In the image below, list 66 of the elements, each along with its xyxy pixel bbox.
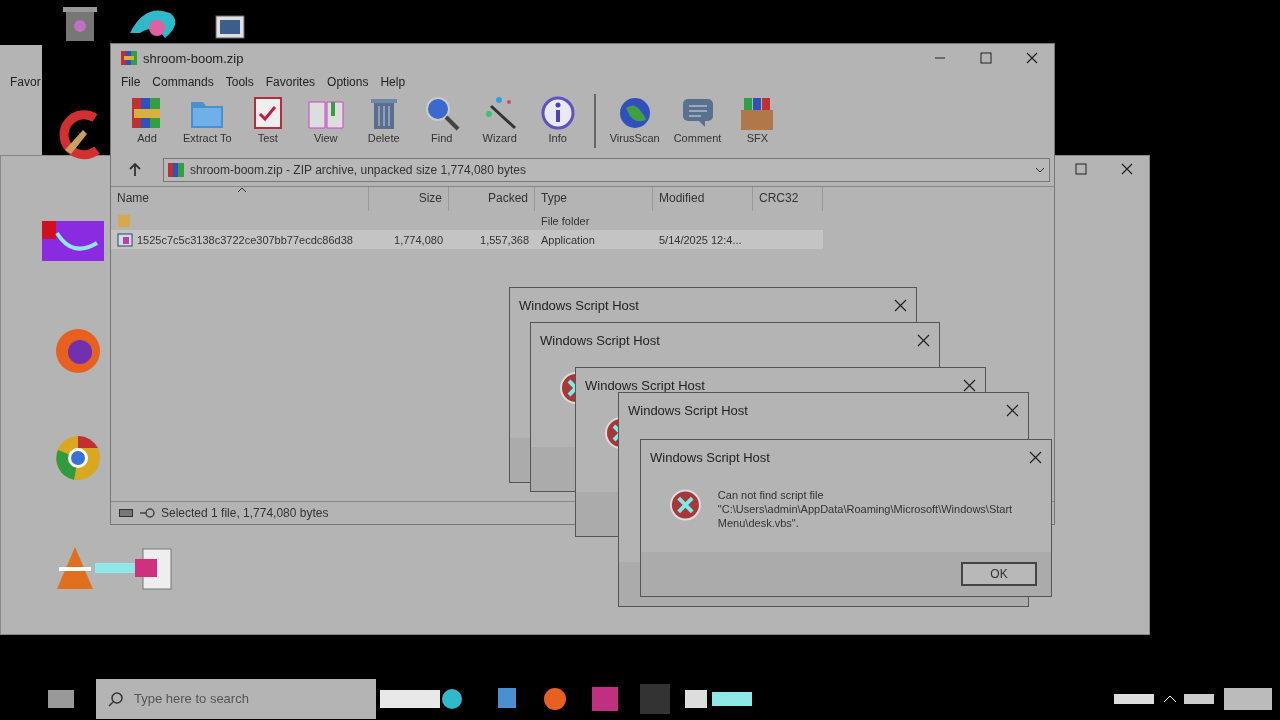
toolbar-button[interactable]: Extract To <box>183 94 232 144</box>
application-icon <box>117 232 133 247</box>
key-icon <box>139 508 155 518</box>
menu-item[interactable]: Help <box>380 75 406 89</box>
toolbar-button[interactable]: Test <box>245 94 290 144</box>
search-field[interactable]: Type here to search <box>96 678 376 719</box>
close-icon[interactable] <box>917 333 930 347</box>
table-cell: File folder <box>541 214 590 227</box>
column-header[interactable]: Packed <box>449 187 535 211</box>
toolbar-button[interactable]: Comment <box>673 94 722 144</box>
close-icon[interactable] <box>1121 163 1133 175</box>
image-icon[interactable] <box>215 15 245 39</box>
dialog-title: Windows Script Host <box>585 377 705 393</box>
table-cell: Application <box>541 233 595 246</box>
status-text: Selected 1 file, 1,774,080 bytes <box>161 506 329 520</box>
window-title: shroom-boom.zip <box>143 50 245 66</box>
folder-icon <box>117 213 131 228</box>
column-header[interactable]: Modified <box>653 187 753 211</box>
column-header[interactable]: Name <box>111 187 369 211</box>
close-icon[interactable] <box>1026 52 1038 64</box>
search-icon <box>108 690 124 707</box>
menu-item[interactable]: Favor <box>10 75 41 89</box>
close-icon[interactable] <box>963 378 976 392</box>
toolbar-button[interactable]: Add <box>125 94 169 144</box>
toolbar-button[interactable]: SFX <box>735 94 780 144</box>
menu-item[interactable]: File <box>121 75 141 89</box>
dialog-title: Windows Script Host <box>519 297 639 313</box>
column-header[interactable]: CRC32 <box>753 187 823 211</box>
dialog-title: Windows Script Host <box>650 449 770 465</box>
ok-button[interactable]: OK <box>961 562 1037 586</box>
file-row[interactable]: File folder <box>111 211 823 230</box>
column-header[interactable]: Size <box>369 187 449 211</box>
dialog-title: Windows Script Host <box>628 402 748 418</box>
menu-item[interactable]: Options <box>327 75 369 89</box>
sort-icon <box>237 187 247 193</box>
file-row[interactable]: 1525c7c5c3138c3722ce307bb77ecdc86d38 1,774,080 1,557,368 Application 5/14/2025 12:4... <box>111 230 823 249</box>
error-message: Can not find script file "C:\Users\admin\AppData\Roaming\Microsoft\Windows\Start Menu\desk.vbs". <box>717 488 1014 530</box>
toolbar-button[interactable]: Wizard <box>477 94 522 144</box>
up-arrow-icon[interactable] <box>129 163 141 177</box>
table-cell: 5/14/2025 12:4... <box>659 233 742 246</box>
dialog-title: Windows Script Host <box>540 332 660 348</box>
toolbar-button[interactable]: Find <box>419 94 464 144</box>
table-cell: 1,774,080 <box>394 233 443 246</box>
toolbar-button[interactable]: Info <box>535 94 580 144</box>
drive-icon <box>119 509 133 517</box>
table-cell: 1525c7c5c3138c3722ce307bb77ecdc86d38 <box>137 233 353 246</box>
toolbar-button[interactable]: VirusScan <box>609 94 660 144</box>
trash-icon[interactable] <box>60 5 100 43</box>
maximize-icon[interactable] <box>1075 163 1087 175</box>
path-field[interactable]: shroom-boom.zip - ZIP archive, unpacked size 1,774,080 bytes <box>163 158 1050 182</box>
toolbar-button[interactable]: Delete <box>361 94 406 144</box>
menu-item[interactable]: Commands <box>152 75 214 89</box>
close-icon[interactable] <box>1006 403 1019 417</box>
close-icon[interactable] <box>894 298 907 312</box>
menu-item[interactable]: Favorites <box>265 75 316 89</box>
menu-item[interactable]: Tools <box>225 75 254 89</box>
archive-icon <box>168 162 184 178</box>
error-icon <box>669 488 702 522</box>
toolbar-button[interactable]: View <box>303 94 348 144</box>
dropdown-icon[interactable] <box>1035 166 1045 174</box>
close-icon[interactable] <box>1029 450 1042 464</box>
archive-icon <box>121 50 137 66</box>
maximize-icon[interactable] <box>980 52 992 64</box>
app-icon[interactable] <box>42 218 104 263</box>
column-header[interactable]: Type <box>535 187 653 211</box>
table-cell: 1,557,368 <box>480 233 529 246</box>
